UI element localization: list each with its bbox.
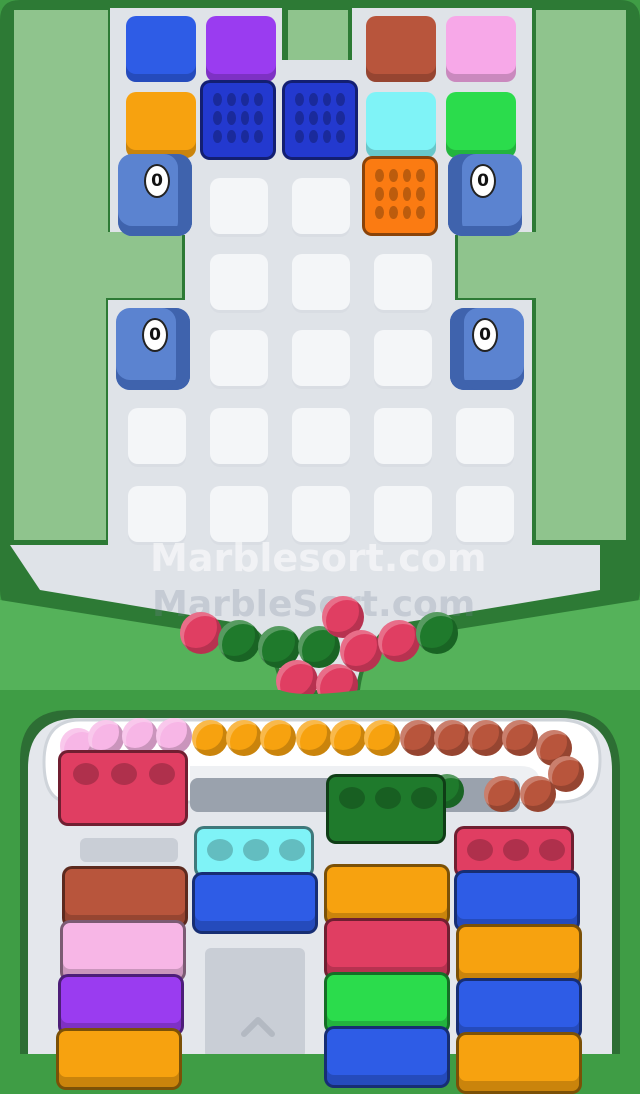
marble-orange	[296, 720, 332, 756]
holder-cyan-top[interactable]	[194, 826, 314, 878]
marble-red	[180, 612, 222, 654]
launcher-mid-right[interactable]: 0	[450, 308, 524, 390]
block-green[interactable]	[446, 92, 516, 158]
empty-tile[interactable]	[210, 254, 268, 310]
empty-tile[interactable]	[374, 486, 432, 542]
empty-tile[interactable]	[210, 408, 268, 464]
holder-blue[interactable]	[454, 870, 580, 932]
block-orange[interactable]	[126, 92, 196, 158]
marble-brown	[434, 720, 470, 756]
marble-orange	[330, 720, 366, 756]
block-purple[interactable]	[206, 16, 276, 82]
empty-tile[interactable]	[292, 486, 350, 542]
block-brown[interactable]	[366, 16, 436, 82]
empty-tile[interactable]	[456, 486, 514, 542]
marble-brown	[400, 720, 436, 756]
empty-tile[interactable]	[292, 408, 350, 464]
marble-lightpink	[156, 718, 192, 754]
marble-green	[416, 612, 458, 654]
marble-orange	[364, 720, 400, 756]
holder-blue[interactable]	[456, 978, 582, 1040]
empty-tile[interactable]	[210, 330, 268, 386]
empty-tile[interactable]	[456, 408, 514, 464]
block-cyan[interactable]	[366, 92, 436, 158]
marble-red	[378, 620, 420, 662]
holder-red-top[interactable]	[58, 750, 188, 826]
launcher-counter: 0	[472, 318, 498, 352]
marble-brown	[468, 720, 504, 756]
empty-tile[interactable]	[292, 330, 350, 386]
marble-brown	[502, 720, 538, 756]
holder-blue[interactable]	[324, 1026, 450, 1088]
empty-tile[interactable]	[374, 408, 432, 464]
holder-green[interactable]	[324, 972, 450, 1034]
launcher-top-left[interactable]: 0	[118, 154, 192, 236]
holder-blue[interactable]	[192, 872, 318, 934]
holder-darkgreen-top[interactable]	[326, 774, 446, 844]
marble-green	[218, 620, 260, 662]
holder-orange[interactable]	[456, 1032, 582, 1094]
marble-orange	[192, 720, 228, 756]
launcher-counter: 0	[142, 318, 168, 352]
marble-orange	[260, 720, 296, 756]
empty-tile[interactable]	[374, 330, 432, 386]
empty-tile[interactable]	[292, 254, 350, 310]
block-pink[interactable]	[446, 16, 516, 82]
marble-box-orange[interactable]	[362, 156, 438, 236]
empty-tile[interactable]	[128, 408, 186, 464]
holder-red[interactable]	[324, 918, 450, 980]
chevron-up-icon	[241, 1017, 275, 1037]
launcher-mid-left[interactable]: 0	[116, 308, 190, 390]
holder-orange[interactable]	[456, 924, 582, 986]
marble-box-blue[interactable]	[282, 80, 358, 160]
launcher-top-right[interactable]: 0	[448, 154, 522, 236]
marble-brown	[520, 776, 556, 812]
holder-orange[interactable]	[324, 864, 450, 926]
holder-orange[interactable]	[56, 1028, 182, 1090]
launcher-counter: 0	[470, 164, 496, 198]
marble-brown	[484, 776, 520, 812]
block-blue[interactable]	[126, 16, 196, 82]
watermark-text: Marblesort.com	[150, 536, 487, 580]
empty-tile[interactable]	[210, 486, 268, 542]
marble-box-blue[interactable]	[200, 80, 276, 160]
empty-tile[interactable]	[128, 486, 186, 542]
empty-tile[interactable]	[210, 178, 268, 234]
empty-tile[interactable]	[292, 178, 350, 234]
marble-lightpink	[122, 718, 158, 754]
holder-brown[interactable]	[62, 866, 188, 928]
marble-orange	[226, 720, 262, 756]
launcher-counter: 0	[144, 164, 170, 198]
empty-tile[interactable]	[374, 254, 432, 310]
holder-purple[interactable]	[58, 974, 184, 1036]
holder-lightpink[interactable]	[60, 920, 186, 982]
